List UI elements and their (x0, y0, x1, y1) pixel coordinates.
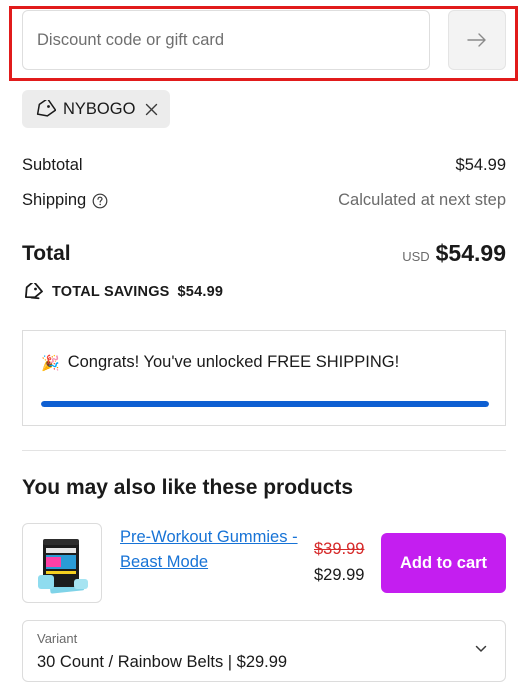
party-popper-icon: 🎉 (41, 354, 60, 372)
shipping-label-group: Shipping (22, 191, 108, 210)
promo-message-row: 🎉 Congrats! You've unlocked FREE SHIPPIN… (41, 353, 399, 372)
shipping-value: Calculated at next step (338, 191, 506, 209)
shipping-row: Shipping Calculated at next step (22, 191, 506, 210)
sale-price: $29.99 (314, 566, 365, 584)
savings-label: TOTAL SAVINGS (52, 284, 170, 300)
total-row: Total USD $54.99 (22, 240, 506, 267)
subtotal-value: $54.99 (455, 156, 506, 174)
total-currency: USD (402, 249, 430, 264)
chevron-down-icon (475, 645, 487, 652)
variant-value: 30 Count / Rainbow Belts | $29.99 (37, 653, 288, 671)
upsell-heading: You may also like these products (22, 476, 354, 499)
product-name-link[interactable]: Pre-Workout Gummies - Beast Mode (120, 525, 302, 575)
applied-code-label: NYBOGO (63, 99, 136, 118)
applied-discount-chip: NYBOGO (22, 90, 171, 128)
subtotal-label: Subtotal (22, 156, 83, 174)
add-to-cart-button[interactable]: Add to cart (381, 533, 506, 593)
subtotal-row: Subtotal $54.99 (22, 156, 506, 175)
discount-code-input[interactable] (22, 10, 430, 70)
compare-at-price: $39.99 (314, 540, 365, 558)
shipping-help-button[interactable] (92, 193, 108, 209)
question-circle-icon (92, 193, 108, 209)
remove-code-button[interactable] (145, 103, 158, 116)
total-price-group: USD $54.99 (402, 240, 506, 267)
variant-select[interactable]: Variant 30 Count / Rainbow Belts | $29.9… (22, 620, 506, 682)
tags-icon (24, 283, 43, 300)
savings-value: $54.99 (177, 284, 224, 300)
total-label: Total (22, 241, 71, 265)
total-value: $54.99 (435, 240, 506, 266)
tag-icon (36, 100, 56, 117)
arrow-right-icon (467, 33, 486, 47)
variant-label: Variant (37, 631, 78, 646)
product-thumbnail[interactable] (22, 523, 102, 603)
product-image (38, 539, 88, 594)
section-divider (22, 450, 506, 451)
shipping-progress-fill (41, 401, 489, 407)
free-shipping-banner: 🎉 Congrats! You've unlocked FREE SHIPPIN… (22, 330, 506, 426)
shipping-progress-bar (41, 401, 489, 407)
shipping-label: Shipping (22, 191, 87, 209)
total-savings: TOTAL SAVINGS $54.99 (22, 283, 223, 301)
promo-message: Congrats! You've unlocked FREE SHIPPING! (67, 353, 400, 371)
close-icon (146, 103, 158, 115)
apply-discount-button[interactable] (448, 10, 506, 70)
